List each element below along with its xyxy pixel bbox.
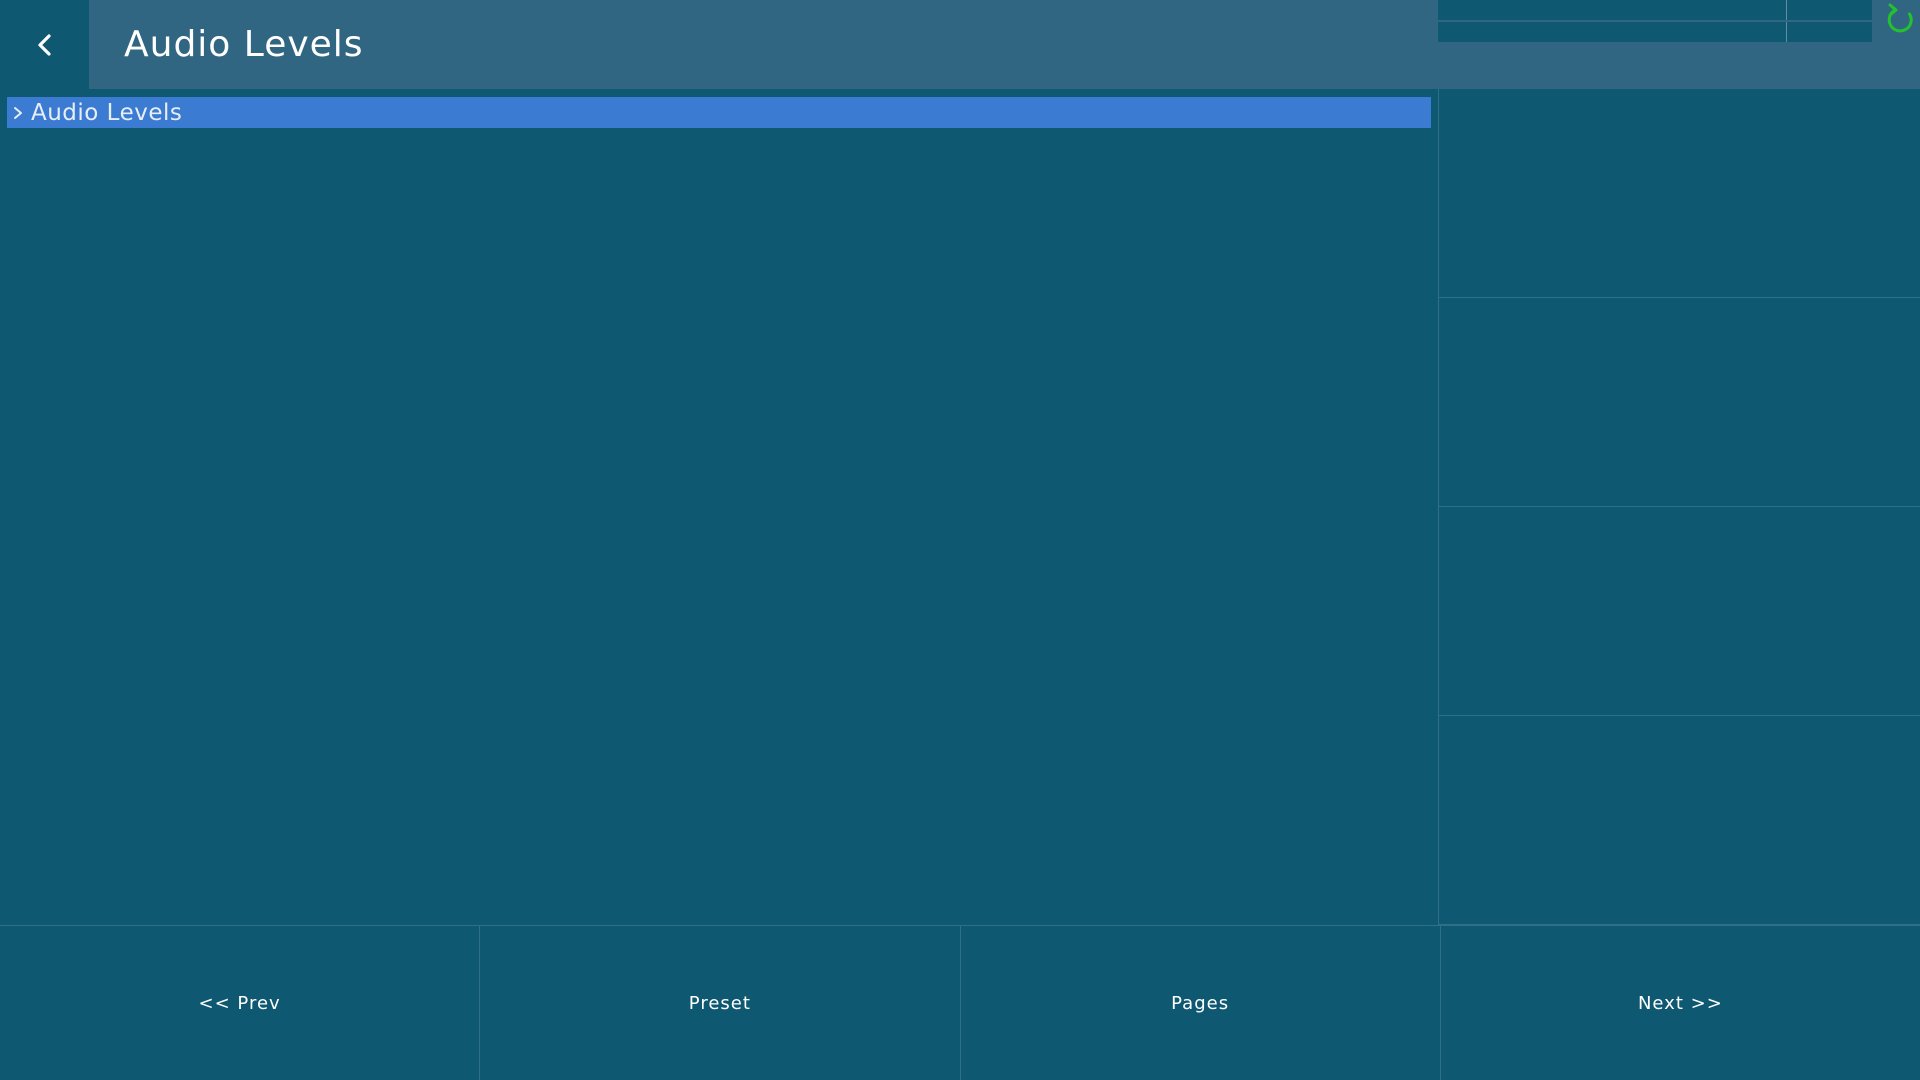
back-button[interactable] bbox=[0, 0, 89, 89]
app-root: Audio Levels Audio Levels << Prev Preset… bbox=[0, 0, 1920, 1080]
pages-button[interactable]: Pages bbox=[961, 926, 1441, 1080]
menu-list: Audio Levels bbox=[0, 89, 1438, 925]
side-panel-slot-4[interactable] bbox=[1439, 716, 1920, 925]
chevron-left-icon bbox=[37, 33, 51, 56]
side-panel-slot-3[interactable] bbox=[1439, 507, 1920, 716]
prev-button[interactable]: << Prev bbox=[0, 926, 481, 1080]
preset-button[interactable]: Preset bbox=[480, 926, 961, 1080]
list-item-label: Audio Levels bbox=[31, 99, 183, 126]
chevron-right-icon bbox=[9, 97, 27, 128]
side-panel-slot-1[interactable] bbox=[1439, 89, 1920, 298]
side-panel-slot-2[interactable] bbox=[1439, 298, 1920, 507]
meter-divider bbox=[1786, 0, 1787, 20]
status-meter-top bbox=[1438, 0, 1872, 20]
status-meter-bottom bbox=[1438, 22, 1872, 42]
refresh-icon[interactable] bbox=[1882, 2, 1918, 38]
page-title: Audio Levels bbox=[124, 24, 364, 65]
bottom-nav: << Prev Preset Pages Next >> bbox=[0, 925, 1920, 1080]
list-item-audio-levels[interactable]: Audio Levels bbox=[7, 97, 1431, 128]
header-bar: Audio Levels bbox=[0, 0, 1920, 89]
next-button[interactable]: Next >> bbox=[1441, 926, 1920, 1080]
meter-divider bbox=[1786, 22, 1787, 42]
side-panel bbox=[1438, 89, 1920, 925]
